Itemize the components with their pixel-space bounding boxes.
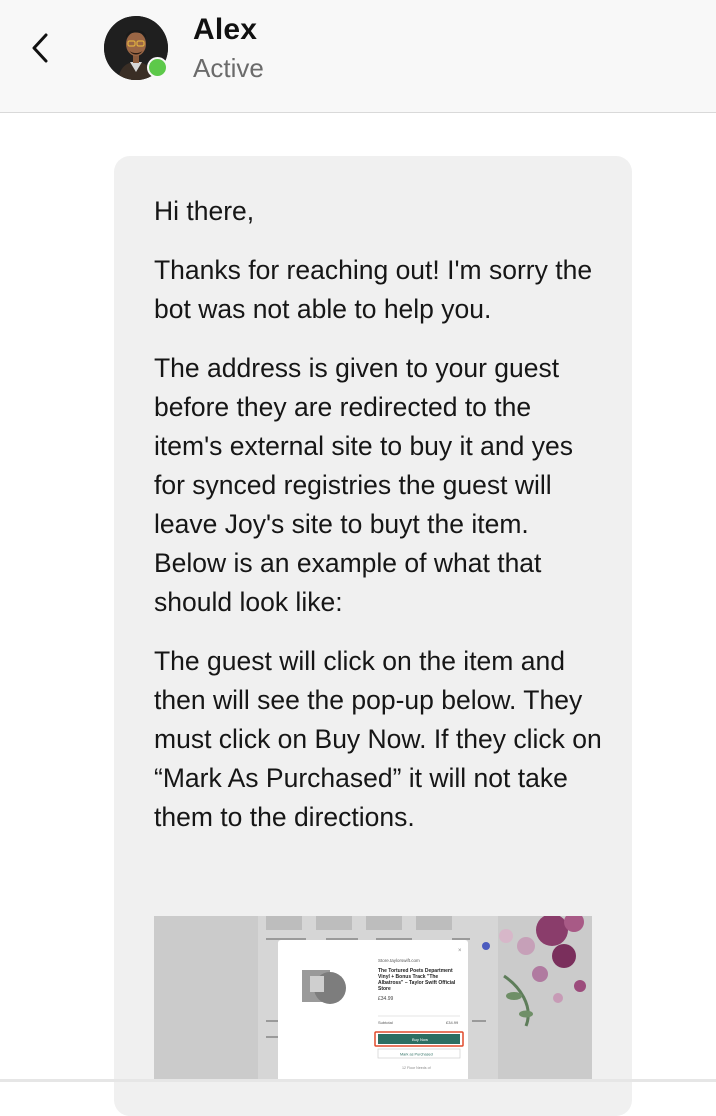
buy-now-label: Buy Now [412,1037,428,1042]
attached-screenshot[interactable]: × Store.taylorswift.com The Tortured Poe… [154,916,592,1082]
message-paragraph: Thanks for reaching out! I'm sorry the b… [154,255,593,324]
message-paragraph: The address is given to your guest befor… [154,353,573,617]
back-button[interactable] [22,28,58,68]
subtotal-value: £34.99 [446,1020,459,1025]
message-text: Hi there, Thanks for reaching out! I'm s… [154,192,604,857]
mark-purchased-label: Mark as Purchased [400,1053,433,1057]
message-paragraph: The guest will click on the item and the… [154,646,602,832]
svg-text:×: × [458,948,462,954]
contact-name: Alex [193,13,258,46]
presence-indicator [147,57,168,78]
product-price: £34.99 [378,996,394,1002]
subtotal-label: Subtotal [378,1020,393,1025]
chat-header: Alex Active [0,0,716,113]
remaining-label: 12 Floor Needs of [402,1066,431,1070]
contact-status: Active [193,53,264,83]
message-paragraph: Hi there, [154,196,255,226]
chevron-left-icon [32,33,48,63]
product-store: Store.taylorswift.com [378,958,420,963]
product-image [302,970,346,1004]
